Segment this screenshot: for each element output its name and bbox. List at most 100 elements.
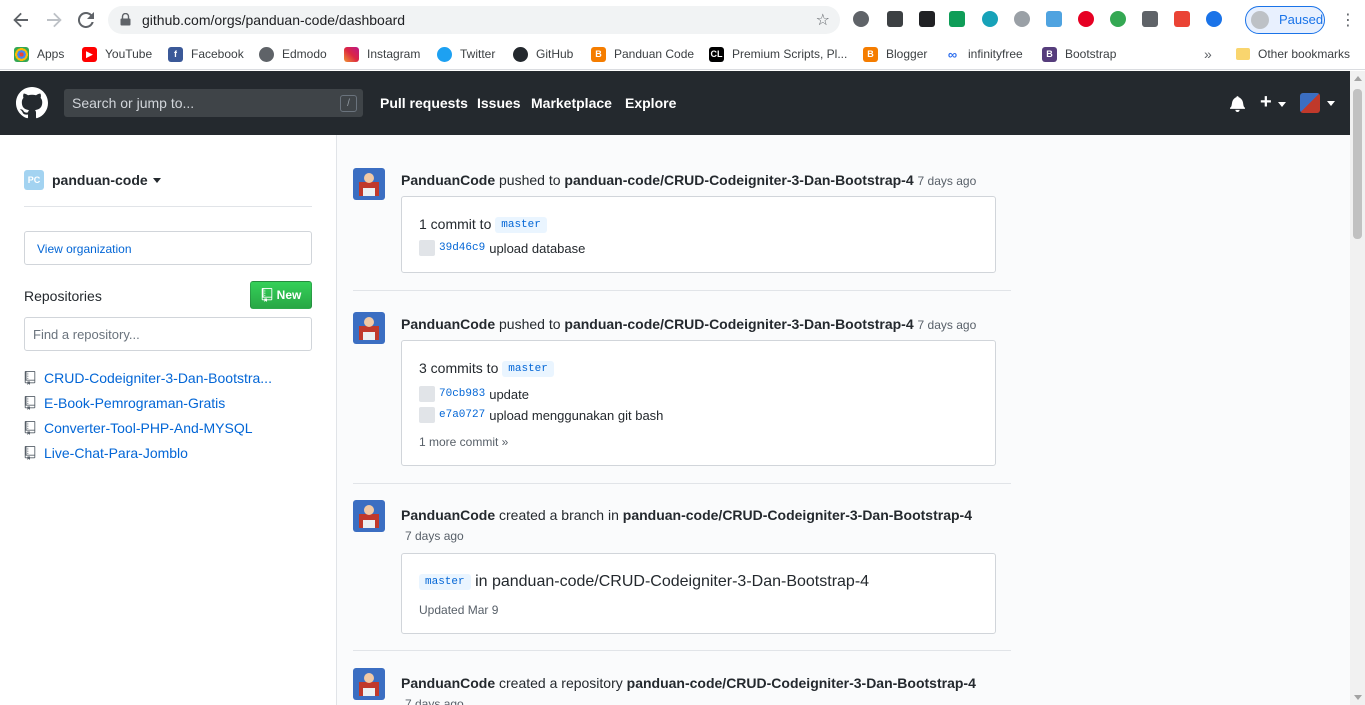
nav-explore[interactable]: Explore [625,95,676,111]
event-user-link[interactable]: PanduanCode [401,507,495,523]
find-repository-field[interactable] [24,317,312,351]
committer-avatar [419,240,435,256]
commit-sha-link[interactable]: e7a0727 [439,409,485,421]
event-user-link[interactable]: PanduanCode [401,675,495,691]
bell-icon[interactable] [1230,95,1245,115]
event-card: master in panduan-code/CRUD-Codeigniter-… [401,553,996,634]
repo-list-item[interactable]: E-Book-Pemrograman-Gratis [24,394,225,412]
instagram-icon [344,46,359,62]
header-search-input[interactable] [64,89,334,117]
repo-icon [24,421,36,435]
bookmark-edmodo[interactable]: Edmodo [259,45,327,63]
tool-extension-icon[interactable] [887,11,903,27]
event-action: created a branch in [499,507,619,523]
react-extension-icon[interactable] [982,11,998,27]
event-divider [353,483,1011,484]
scroll-up-arrow-icon[interactable] [1354,76,1362,81]
event-repo-link[interactable]: panduan-code/CRUD-Codeigniter-3-Dan-Boot… [564,316,913,332]
repo-link[interactable]: E-Book-Pemrograman-Gratis [44,395,225,411]
bookmark-facebook[interactable]: f Facebook [168,45,244,63]
branch-updated: Updated Mar 9 [419,603,499,617]
youtube-icon: ▶ [82,46,97,62]
branch-tag[interactable]: master [495,217,547,234]
branch-tag[interactable]: master [502,361,554,378]
bookmark-other-bookmarks[interactable]: Other bookmarks [1236,45,1350,63]
event-action: pushed to [499,172,561,188]
commit-sha-link[interactable]: 70cb983 [439,388,485,400]
address-url[interactable]: github.com/orgs/panduan-code/dashboard [142,12,405,28]
bookmark-youtube[interactable]: ▶ YouTube [82,45,152,63]
blue-extension-icon[interactable] [1206,11,1222,27]
bookmark-label: Other bookmarks [1258,47,1351,61]
repo-list-item[interactable]: Live-Chat-Para-Jomblo [24,444,188,462]
repo-link[interactable]: Converter-Tool-PHP-And-MYSQL [44,420,253,436]
bookmark-apps[interactable]: Apps [14,45,64,63]
edmodo-icon [259,46,274,62]
nav-marketplace[interactable]: Marketplace [531,95,612,111]
scrollbar-thumb[interactable] [1353,89,1362,239]
nav-issues[interactable]: Issues [477,95,521,111]
bookmarks-overflow-button[interactable]: » [1204,45,1212,63]
header-search[interactable]: / [64,89,363,117]
reload-icon[interactable] [75,9,97,31]
new-repository-button[interactable]: New [250,281,312,309]
bookmark-star-icon[interactable]: ☆ [816,10,830,30]
tff-extension-icon[interactable] [1046,11,1062,27]
repo-list-item[interactable]: Converter-Tool-PHP-And-MYSQL [24,419,253,437]
find-repository-input[interactable] [25,318,311,350]
page-scrollbar[interactable] [1350,71,1365,705]
repo-book-icon [261,288,272,302]
user-avatar[interactable] [353,168,385,200]
event-user-link[interactable]: PanduanCode [401,316,495,332]
commit-sha-link[interactable]: 39d46c9 [439,242,485,254]
address-bar[interactable]: github.com/orgs/panduan-code/dashboard ☆ [108,6,840,34]
search-shortcut-key: / [340,95,357,112]
bookmark-infinityfree[interactable]: ∞ infinityfree [945,45,1023,63]
event-time: 7 days ago [917,318,977,332]
user-avatar[interactable] [353,312,385,344]
branch-repo-link[interactable]: in panduan-code/CRUD-Codeigniter-3-Dan-B… [475,573,869,590]
commit-row: e7a0727 upload menggunakan git bash [419,407,663,423]
bookmark-bootstrap[interactable]: B Bootstrap [1042,45,1116,63]
more-commits-link[interactable]: 1 more commit » [419,435,508,449]
repo-list-item[interactable]: CRUD-Codeigniter-3-Dan-Bootstra... [24,369,272,387]
bookmark-instagram[interactable]: Instagram [344,45,420,63]
event-repo-link[interactable]: panduan-code/CRUD-Codeigniter-3-Dan-Boot… [627,675,976,691]
browser-menu-icon[interactable]: ⋮ [1340,10,1356,30]
repo-link[interactable]: Live-Chat-Para-Jomblo [44,445,188,461]
github-logo-icon[interactable] [16,87,48,119]
event-repo-link[interactable]: panduan-code/CRUD-Codeigniter-3-Dan-Boot… [623,507,972,523]
fox-extension-icon[interactable] [1142,11,1158,27]
event-divider [353,650,1011,651]
view-organization-button[interactable]: View organization [24,231,312,265]
event-user-link[interactable]: PanduanCode [401,172,495,188]
plug-extension-icon[interactable] [919,11,935,27]
settings-extension-icon[interactable] [853,11,869,27]
event-repo-link[interactable]: panduan-code/CRUD-Codeigniter-3-Dan-Boot… [564,172,913,188]
repo-link[interactable]: CRUD-Codeigniter-3-Dan-Bootstra... [44,370,272,386]
bookmark-github[interactable]: GitHub [513,45,573,63]
branch-tag[interactable]: master [419,574,471,590]
bookmark-twitter[interactable]: Twitter [437,45,495,63]
committer-avatar [419,386,435,402]
bookmark-premium-scripts[interactable]: CL Premium Scripts, Pl... [709,45,847,63]
globe-extension-icon[interactable] [1110,11,1126,27]
user-avatar[interactable] [353,668,385,700]
back-arrow-icon[interactable] [10,9,32,31]
user-avatar[interactable] [353,500,385,532]
scroll-down-arrow-icon[interactable] [1354,695,1362,700]
link-extension-icon[interactable] [949,11,965,27]
create-new-menu[interactable]: + [1260,92,1286,112]
forward-arrow-icon[interactable] [43,9,65,31]
profile-button[interactable]: Paused [1245,6,1325,34]
bookmark-panduan-code[interactable]: B Panduan Code [591,45,694,63]
pinterest-extension-icon[interactable] [1078,11,1094,27]
gear-extension-icon[interactable] [1014,11,1030,27]
event-divider [353,290,1011,291]
org-switcher[interactable]: PC panduan-code [24,170,161,190]
bookmark-blogger[interactable]: B Blogger [863,45,927,63]
lock-icon [120,13,131,26]
user-menu[interactable] [1300,93,1335,113]
lighthouse-extension-icon[interactable] [1174,11,1190,27]
nav-pull-requests[interactable]: Pull requests [380,95,468,111]
